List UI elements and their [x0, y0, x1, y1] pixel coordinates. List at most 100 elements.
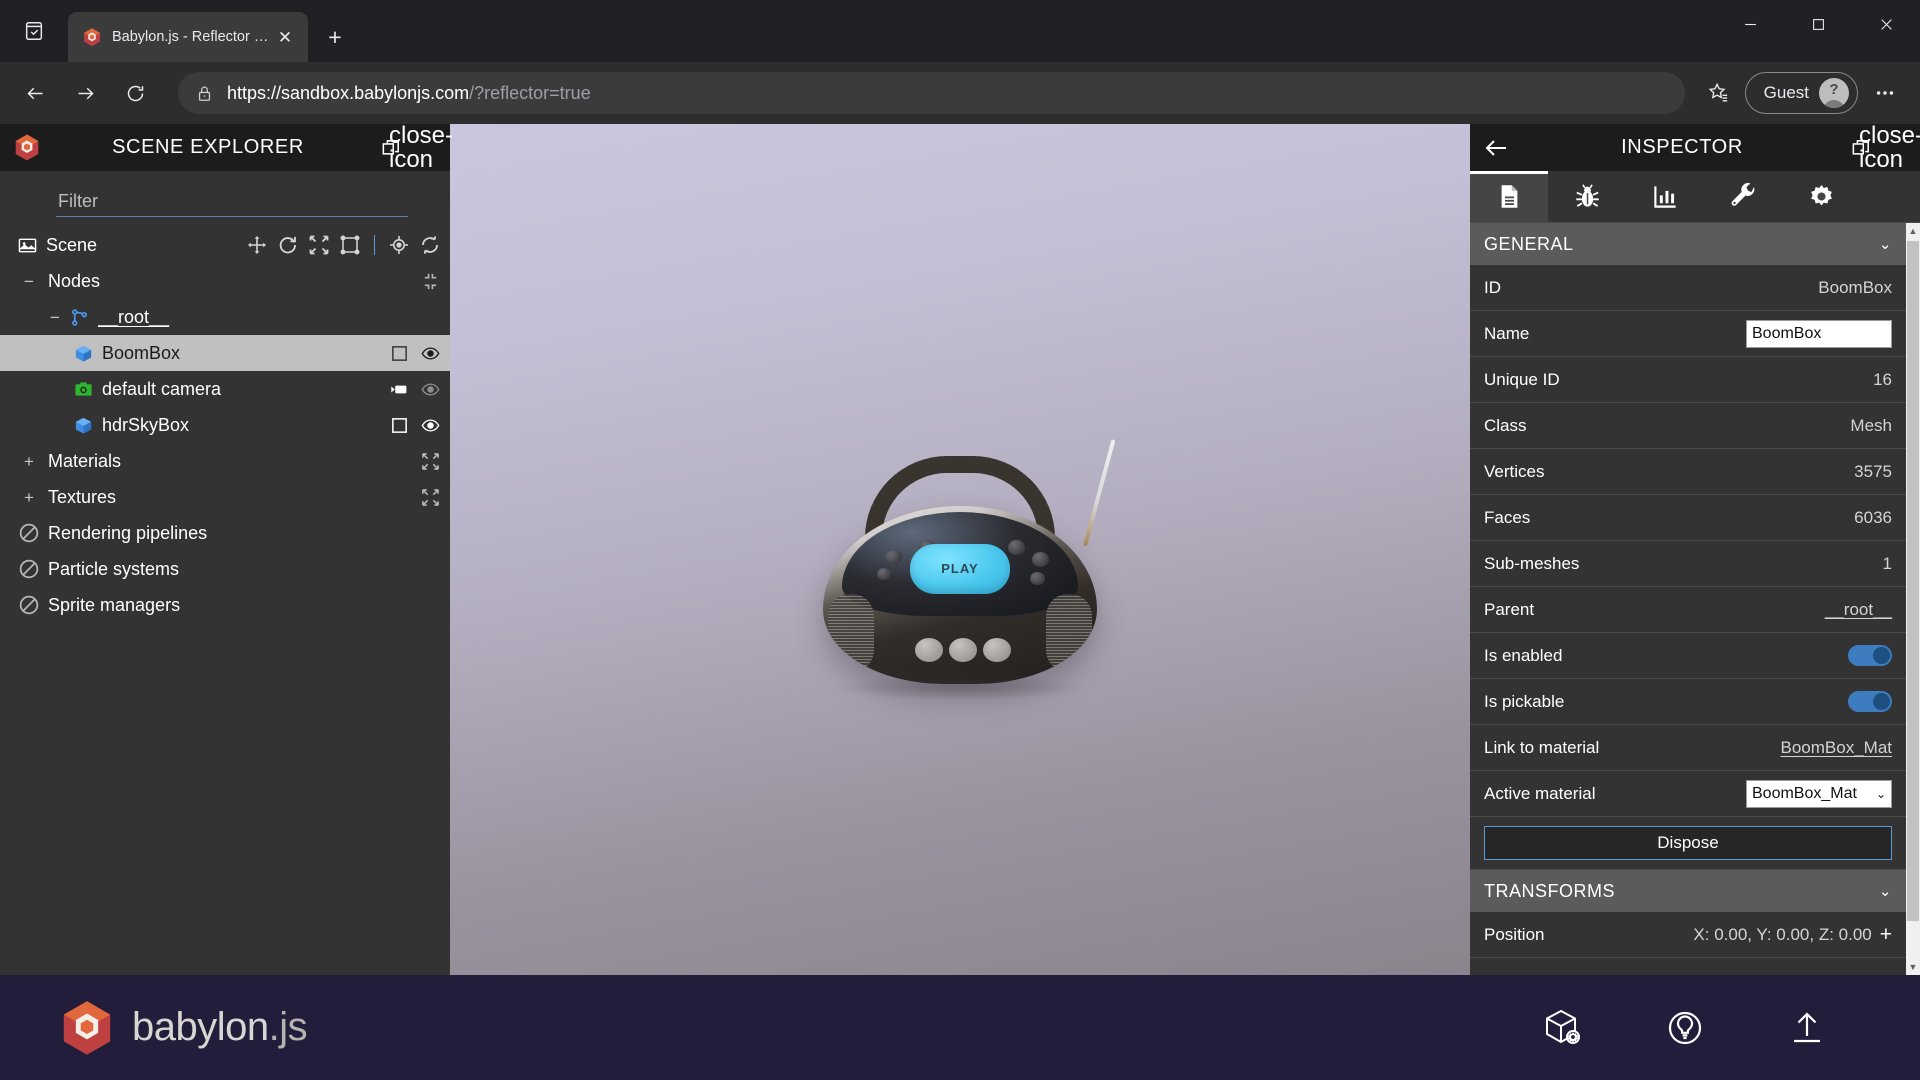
filter-input[interactable]: [56, 187, 408, 217]
address-bar[interactable]: https://sandbox.babylonjs.com/?reflector…: [178, 72, 1685, 114]
section-title: GENERAL: [1484, 233, 1574, 254]
minimize-icon[interactable]: [1716, 0, 1784, 48]
close-icon[interactable]: close-icon: [389, 123, 453, 171]
section-header-transforms[interactable]: TRANSFORMS ⌄: [1470, 870, 1906, 912]
back-arrow-icon[interactable]: [14, 72, 56, 114]
reload-icon[interactable]: [114, 72, 156, 114]
more-options-icon[interactable]: [1864, 72, 1906, 114]
tree-row-label: Sprite managers: [48, 594, 181, 615]
expand-arrows-icon[interactable]: [421, 488, 440, 507]
prop-row-active-material: Active material BoomBox_Mat ⌄: [1470, 771, 1906, 817]
browser-tab[interactable]: Babylon.js - Reflector scene ✕: [68, 12, 308, 62]
close-icon[interactable]: [1852, 0, 1920, 48]
back-arrow-icon[interactable]: [1484, 133, 1518, 163]
prop-label: Active material: [1484, 783, 1596, 803]
bounding-box-gizmo-icon[interactable]: [340, 235, 360, 255]
prop-value: X: 0.00, Y: 0.00, Z: 0.00: [1693, 924, 1872, 944]
is-enabled-toggle[interactable]: [1848, 645, 1892, 666]
is-pickable-toggle[interactable]: [1848, 691, 1892, 712]
camera-icon: [70, 380, 96, 399]
inspector-scrollbar[interactable]: ▲ ▼: [1906, 223, 1920, 975]
prop-row-is-enabled: Is enabled: [1470, 633, 1906, 679]
tab-statistics[interactable]: [1626, 171, 1704, 222]
prop-row-is-pickable: Is pickable: [1470, 679, 1906, 725]
tree-row-default-camera[interactable]: default camera: [0, 371, 450, 407]
tree-row-label: Particle systems: [48, 558, 180, 579]
eye-visible-icon[interactable]: [421, 416, 440, 435]
tab-debug[interactable]: [1548, 171, 1626, 222]
chevron-down-icon[interactable]: ⌄: [1879, 882, 1892, 900]
tree-row-particle-systems[interactable]: Particle systems: [0, 551, 450, 587]
transform-node-icon: [66, 308, 92, 327]
scrollbar-thumb[interactable]: [1907, 241, 1919, 921]
tab-close-button[interactable]: ✕: [272, 24, 298, 50]
tree-row-materials[interactable]: + Materials: [0, 443, 450, 479]
refresh-icon[interactable]: [420, 235, 440, 255]
eye-visible-icon[interactable]: [421, 344, 440, 363]
prop-label: Sub-meshes: [1484, 553, 1580, 573]
tree-row-textures[interactable]: + Textures: [0, 479, 450, 515]
cube-gear-icon[interactable]: [1540, 1005, 1586, 1051]
collapse-all-icon[interactable]: [421, 272, 440, 291]
inspector-tabs: [1470, 171, 1920, 223]
eye-dim-icon[interactable]: [421, 380, 440, 399]
tree-row-scene[interactable]: Scene: [0, 227, 450, 263]
upload-arrow-icon[interactable]: [1784, 1005, 1830, 1051]
tab-settings[interactable]: [1782, 171, 1860, 222]
tree-row-label: default camera: [102, 378, 222, 399]
expander-toggle[interactable]: −: [18, 273, 40, 290]
expand-plus-icon[interactable]: +: [1880, 924, 1892, 945]
prop-value: 3575: [1854, 461, 1892, 481]
tab-properties[interactable]: [1470, 171, 1548, 222]
tree-row-root[interactable]: − __root__: [0, 299, 450, 335]
babylon-3d-viewport[interactable]: PLAY: [450, 124, 1470, 975]
tab-tools[interactable]: [1704, 171, 1782, 222]
model-display-screen: PLAY: [910, 543, 1010, 594]
tree-row-nodes[interactable]: − Nodes: [0, 263, 450, 299]
scroll-down-icon[interactable]: ▼: [1906, 959, 1920, 975]
favorites-star-icon[interactable]: [1697, 72, 1739, 114]
lightbulb-circle-icon[interactable]: [1662, 1005, 1708, 1051]
mesh-cube-icon: [70, 344, 96, 363]
parent-link[interactable]: __root__: [1825, 600, 1892, 620]
tree-row-label: Nodes: [48, 270, 101, 291]
scroll-up-icon[interactable]: ▲: [1906, 223, 1920, 239]
tree-row-hdrskybox[interactable]: hdrSkyBox: [0, 407, 450, 443]
section-title: TRANSFORMS: [1484, 880, 1615, 901]
prop-label: Is pickable: [1484, 691, 1565, 711]
prop-row-name: Name: [1470, 311, 1906, 357]
avatar-badge: ?: [1829, 81, 1839, 98]
model-knob: [1030, 571, 1045, 585]
app-footer: babylon.js: [0, 975, 1920, 1080]
active-material-select[interactable]: BoomBox_Mat ⌄: [1746, 779, 1892, 808]
pivot-target-icon[interactable]: [389, 235, 409, 255]
boombox-model[interactable]: PLAY: [815, 438, 1116, 700]
chevron-down-icon[interactable]: ⌄: [1879, 235, 1892, 253]
expander-toggle[interactable]: +: [18, 489, 40, 506]
forward-arrow-icon[interactable]: [64, 72, 106, 114]
material-link[interactable]: BoomBox_Mat: [1781, 738, 1893, 758]
section-header-general[interactable]: GENERAL ⌄: [1470, 223, 1906, 265]
expander-toggle[interactable]: +: [18, 453, 40, 470]
tree-row-boombox[interactable]: BoomBox: [0, 335, 450, 371]
new-tab-button[interactable]: +: [316, 18, 354, 56]
model-knob: [877, 567, 891, 580]
rotate-gizmo-icon[interactable]: [278, 235, 298, 255]
tree-row-sprite-managers[interactable]: Sprite managers: [0, 587, 450, 623]
tree-row-rendering-pipelines[interactable]: Rendering pipelines: [0, 515, 450, 551]
scale-gizmo-icon[interactable]: [309, 235, 329, 255]
checkbox-icon[interactable]: [390, 344, 409, 363]
expander-toggle[interactable]: −: [44, 309, 66, 326]
move-gizmo-icon[interactable]: [247, 235, 267, 255]
tab-list-icon[interactable]: [0, 0, 68, 62]
select-value: BoomBox_Mat: [1752, 784, 1857, 802]
checkbox-icon[interactable]: [390, 416, 409, 435]
close-icon[interactable]: close-icon: [1859, 123, 1920, 171]
dispose-button[interactable]: Dispose: [1484, 826, 1892, 860]
expand-arrows-icon[interactable]: [421, 452, 440, 471]
maximize-icon[interactable]: [1784, 0, 1852, 48]
video-camera-icon[interactable]: [390, 380, 409, 399]
inspector-scroll-content: GENERAL ⌄ ID BoomBox Name Unique ID 16 C…: [1470, 223, 1906, 975]
name-input[interactable]: [1746, 319, 1892, 348]
profile-button[interactable]: Guest ?: [1744, 72, 1858, 114]
